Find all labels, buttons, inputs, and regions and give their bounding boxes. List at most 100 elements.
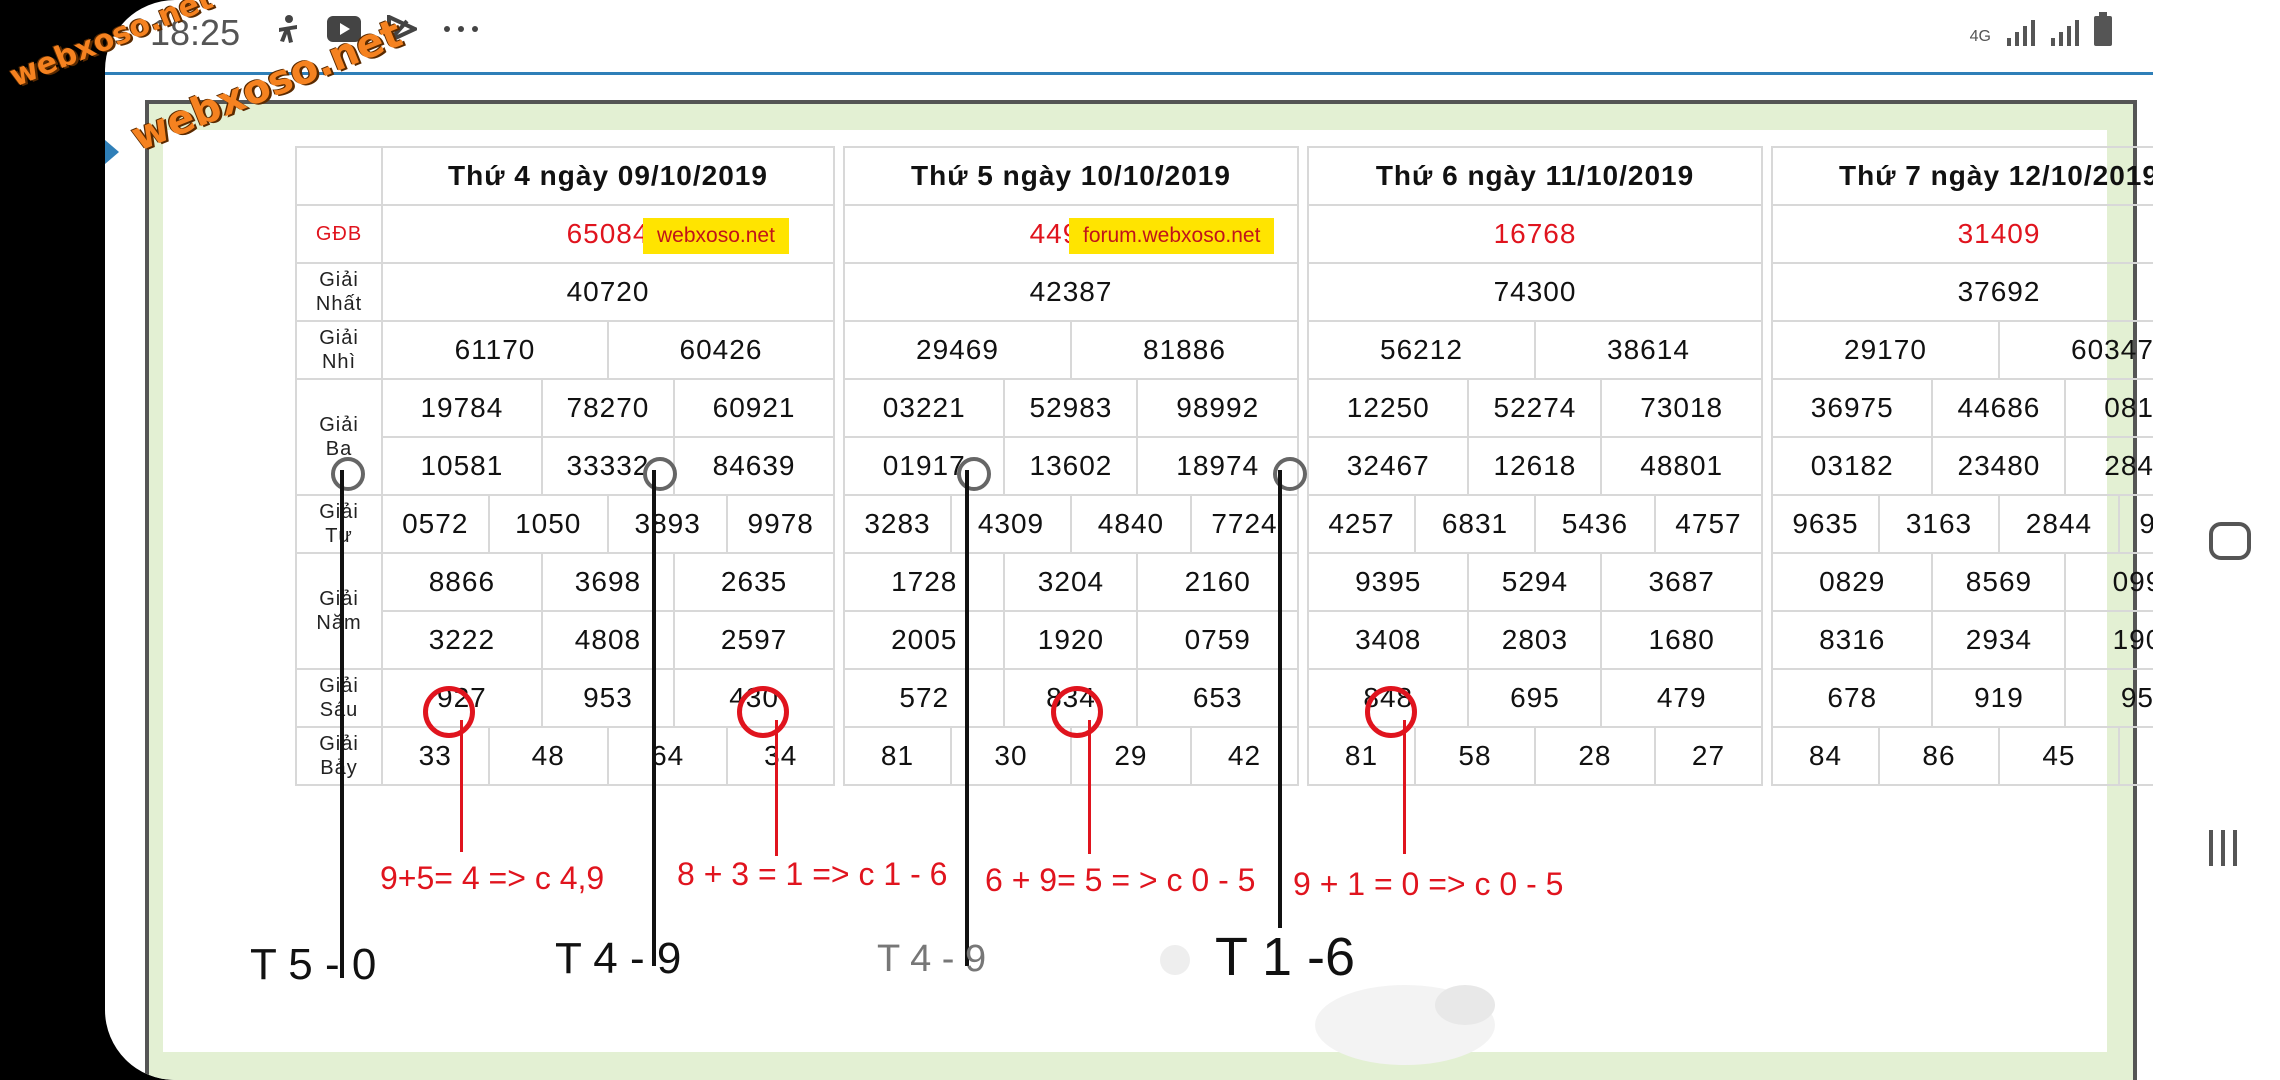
first-prize: 74300 bbox=[1307, 262, 1763, 322]
formula-1: 9+5= 4 => c 4,9 bbox=[380, 860, 605, 896]
red-circle-mark bbox=[1051, 686, 1103, 738]
black-vertical-line bbox=[652, 470, 656, 966]
fourth-prize: 4257 bbox=[1307, 494, 1416, 554]
expand-arrow-icon[interactable] bbox=[105, 140, 119, 164]
fifth-prize: 2803 bbox=[1467, 610, 1603, 670]
fifth-prize: 3408 bbox=[1306, 610, 1470, 670]
first-prize: 37692 bbox=[1771, 262, 2153, 322]
fifth-prize: 1728 bbox=[842, 552, 1006, 612]
row-label-g4: Giải Tư bbox=[295, 494, 383, 554]
t-note-2: T 4 - 9 bbox=[555, 934, 682, 983]
sixth-prize: 919 bbox=[1931, 668, 2067, 728]
signal-icon-2 bbox=[2051, 20, 2079, 46]
red-connector-line bbox=[1088, 720, 1091, 854]
row-label-g7: Giải Bảy bbox=[295, 726, 383, 786]
fifth-prize: 0829 bbox=[1770, 552, 1934, 612]
row-label-g5: Giải Năm bbox=[295, 552, 383, 670]
network-type: 4G bbox=[1969, 28, 1991, 45]
second-prize: 81886 bbox=[1069, 320, 1300, 380]
day-title: Thứ 4 ngày 09/10/2019 bbox=[381, 146, 835, 206]
fifth-prize: 8316 bbox=[1770, 610, 1934, 670]
day-title: Thứ 6 ngày 11/10/2019 bbox=[1307, 146, 1763, 206]
fifth-prize: 2635 bbox=[673, 552, 835, 612]
screen: 18:25 4G Thứ 4 ngày 09/10/2019 GĐB 65084… bbox=[105, 0, 2153, 1080]
home-button[interactable] bbox=[2209, 522, 2251, 560]
special-prize: 16768 bbox=[1307, 204, 1763, 264]
third-prize: 03182 bbox=[1770, 436, 1934, 496]
formula-3: 6 + 9= 5 = > c 0 - 5 bbox=[985, 862, 1256, 898]
sixth-prize: 695 bbox=[1467, 668, 1603, 728]
seventh-prize: 48 bbox=[487, 726, 609, 786]
fifth-prize: 3222 bbox=[381, 610, 543, 670]
t-note-1: T 5 - 0 bbox=[250, 940, 377, 989]
fourth-prize: 4757 bbox=[1653, 494, 1764, 554]
gray-circle-mark bbox=[957, 457, 991, 491]
seventh-prize: 86 bbox=[1877, 726, 2000, 786]
t-note-3: T 4 - 9 bbox=[877, 938, 987, 980]
webxoso-tag: webxoso.net bbox=[643, 218, 789, 254]
sixth-prize: 479 bbox=[1600, 668, 1763, 728]
seventh-prize: 34 bbox=[726, 726, 835, 786]
navigation-bar bbox=[2153, 0, 2280, 1080]
third-prize: 08134 bbox=[2064, 378, 2153, 438]
red-circle-mark bbox=[737, 686, 789, 738]
red-connector-line bbox=[775, 720, 778, 856]
status-right-icons: 4G bbox=[1970, 12, 2113, 46]
second-prize: 29469 bbox=[843, 320, 1072, 380]
black-vertical-line bbox=[340, 470, 344, 978]
fourth-prize: 4840 bbox=[1069, 494, 1192, 554]
fifth-prize: 8569 bbox=[1931, 552, 2067, 612]
gray-circle-mark bbox=[643, 457, 677, 491]
forum-tag: forum.webxoso.net bbox=[1069, 218, 1275, 254]
third-prize: 28448 bbox=[2064, 436, 2153, 496]
row-label-g6: Giải Sáu bbox=[295, 668, 383, 728]
fourth-prize: 3893 bbox=[606, 494, 729, 554]
row-label-db: GĐB bbox=[295, 204, 383, 264]
t-note-4: T 1 -6 bbox=[1215, 927, 1356, 987]
phone-frame: 18:25 4G Thứ 4 ngày 09/10/2019 GĐB 65084… bbox=[0, 0, 2280, 1080]
sixth-prize: 678 bbox=[1770, 668, 1934, 728]
seventh-prize: 84 bbox=[1771, 726, 1880, 786]
status-bar: 18:25 4G bbox=[105, 0, 2153, 62]
fifth-prize: 2934 bbox=[1931, 610, 2067, 670]
second-prize: 56212 bbox=[1307, 320, 1536, 380]
day-title: Thứ 7 ngày 12/10/2019 bbox=[1771, 146, 2153, 206]
fifth-prize: 2005 bbox=[842, 610, 1006, 670]
sixth-prize: 958 bbox=[2064, 668, 2153, 728]
fifth-prize: 1680 bbox=[1600, 610, 1763, 670]
fifth-prize: 0759 bbox=[1136, 610, 1299, 670]
black-vertical-line bbox=[1278, 470, 1282, 928]
third-prize: 78270 bbox=[540, 378, 676, 438]
fourth-prize: 5436 bbox=[1533, 494, 1656, 554]
fourth-prize: 0572 bbox=[381, 494, 490, 554]
third-prize: 36975 bbox=[1770, 378, 1934, 438]
third-prize: 44686 bbox=[1931, 378, 2067, 438]
third-prize: 10581 bbox=[381, 436, 543, 496]
fifth-prize: 9395 bbox=[1306, 552, 1470, 612]
more-icon bbox=[444, 26, 478, 32]
fifth-prize: 0997 bbox=[2064, 552, 2153, 612]
day-title: Thứ 5 ngày 10/10/2019 bbox=[843, 146, 1299, 206]
seventh-prize: 64 bbox=[606, 726, 729, 786]
recent-apps-button[interactable] bbox=[2209, 830, 2237, 866]
special-prize: 31409 bbox=[1771, 204, 2153, 264]
fourth-prize: 9978 bbox=[726, 494, 835, 554]
second-prize: 29170 bbox=[1771, 320, 2000, 380]
smudge bbox=[1160, 945, 1190, 975]
fifth-prize: 1903 bbox=[2064, 610, 2153, 670]
red-circle-mark bbox=[1365, 686, 1417, 738]
second-prize: 60347 bbox=[1997, 320, 2153, 380]
results-table-day-4: Thứ 7 ngày 12/10/2019 31409 37692 29170 6034… bbox=[1770, 146, 2153, 786]
sixth-prize: 653 bbox=[1136, 668, 1299, 728]
corner-cell bbox=[295, 146, 383, 206]
fourth-prize: 1050 bbox=[487, 494, 609, 554]
second-prize: 60426 bbox=[606, 320, 836, 380]
third-prize: 48801 bbox=[1600, 436, 1763, 496]
seventh-prize: 81 bbox=[843, 726, 952, 786]
formula-4: 9 + 1 = 0 => c 0 - 5 bbox=[1293, 866, 1564, 902]
battery-icon bbox=[2094, 12, 2112, 46]
second-prize: 38614 bbox=[1533, 320, 1764, 380]
third-prize: 32467 bbox=[1306, 436, 1470, 496]
third-prize: 13602 bbox=[1003, 436, 1139, 496]
third-prize: 84639 bbox=[673, 436, 835, 496]
